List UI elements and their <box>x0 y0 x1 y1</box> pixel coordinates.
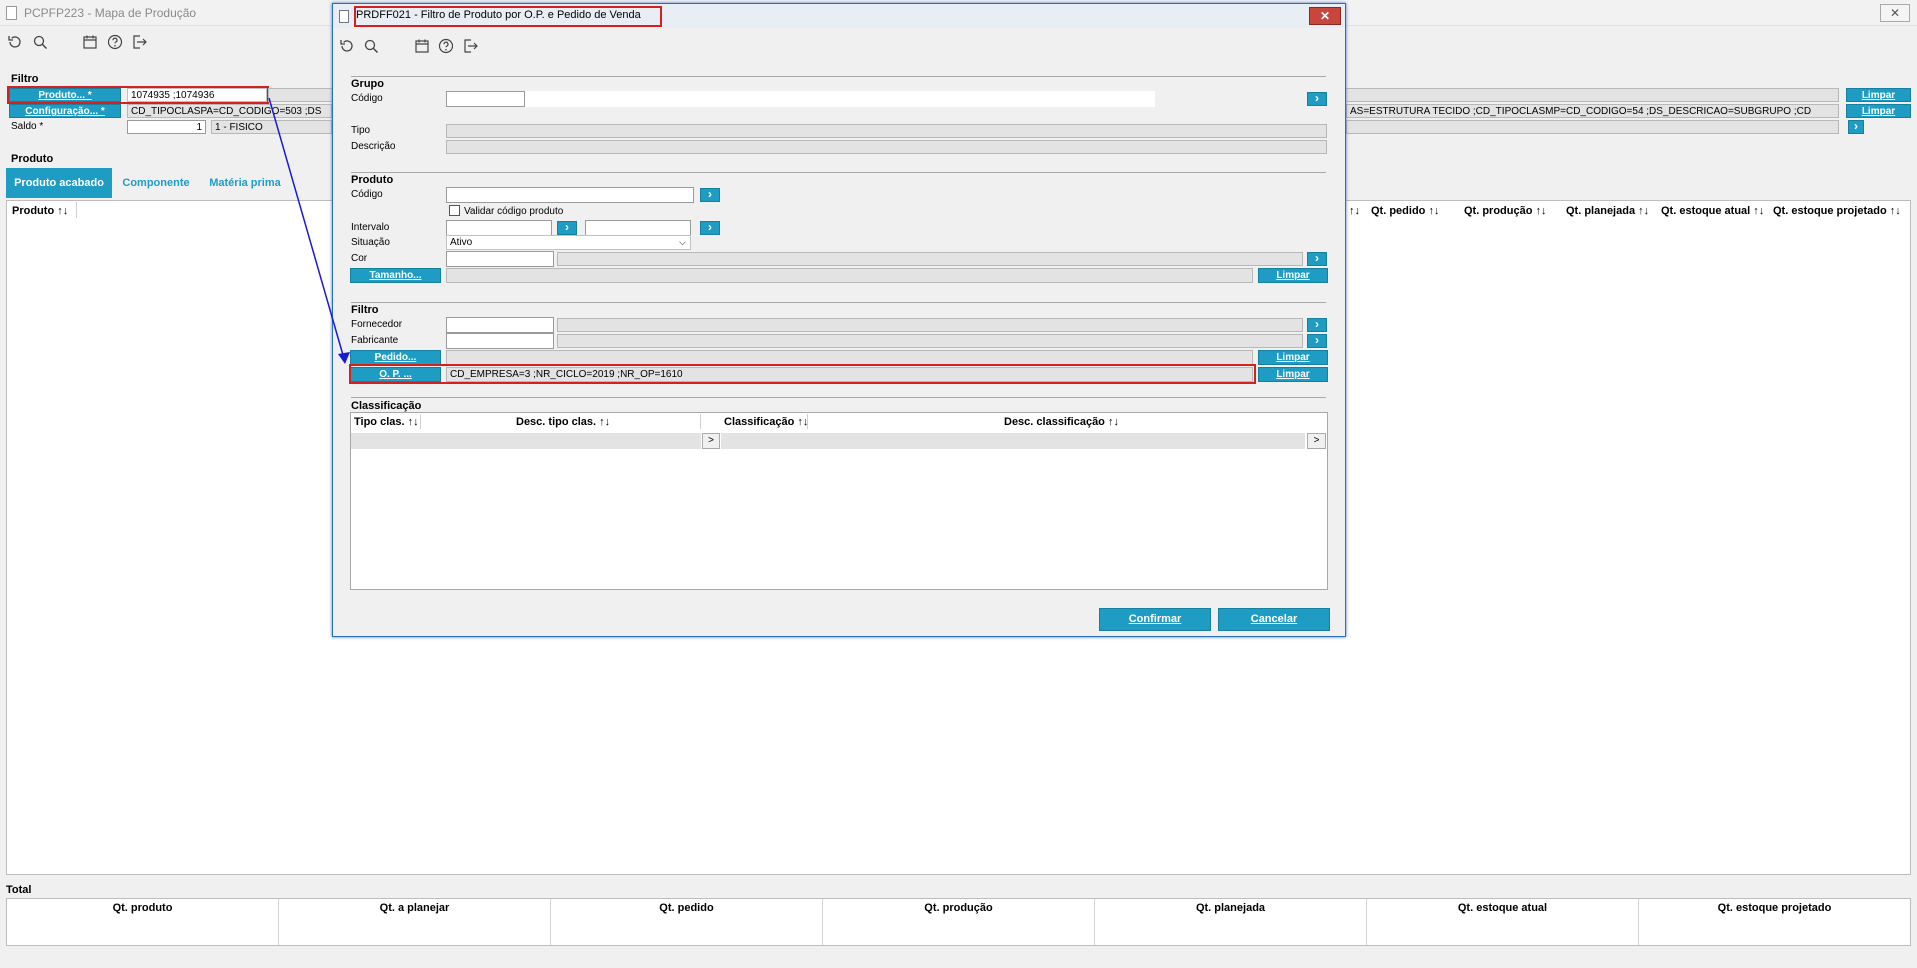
annotation-arrow <box>268 97 350 364</box>
